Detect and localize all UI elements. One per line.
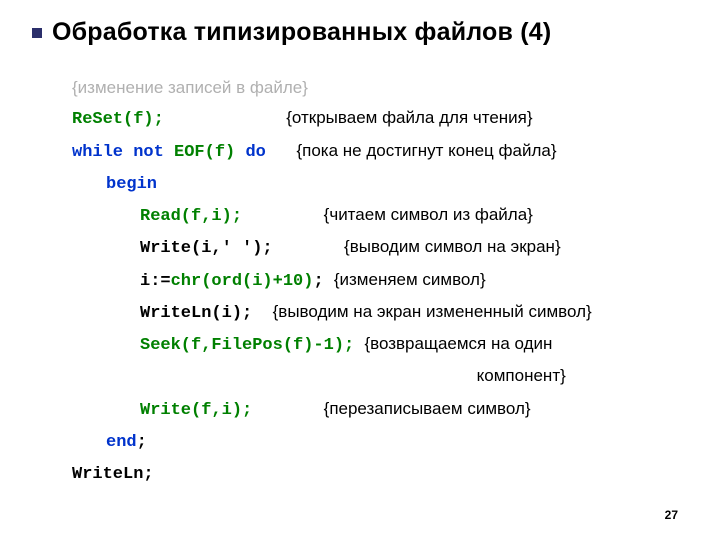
keyword: end <box>106 433 137 452</box>
code-comment: компонент} <box>477 366 566 385</box>
code-text: i:= <box>140 272 171 291</box>
code-block: {изменение записей в файле} ReSet(f); {о… <box>34 73 720 490</box>
keyword: do <box>245 143 265 162</box>
pad <box>242 207 324 226</box>
code-call: ReSet(f); <box>72 110 164 129</box>
pad <box>123 143 133 162</box>
pad <box>273 239 344 258</box>
code-line: Write(f,i); {перезаписываем символ} <box>72 394 720 426</box>
pad <box>164 143 174 162</box>
code-comment: {выводим символ на экран} <box>344 237 561 256</box>
pad <box>164 110 286 129</box>
code-comment: {перезаписываем символ} <box>324 399 531 418</box>
code-line: begin <box>72 168 720 200</box>
pad <box>266 143 297 162</box>
code-comment: {пока не достигнут конец файла} <box>296 141 556 160</box>
code-line: end; <box>72 426 720 458</box>
keyword: not <box>133 143 164 162</box>
keyword: while <box>72 143 123 162</box>
code-line: WriteLn; <box>72 458 720 490</box>
code-call: Seek(f,FilePos(f)-1); <box>140 336 354 355</box>
code-line: ReSet(f); {открываем файла для чтения} <box>72 103 720 135</box>
code-line: Read(f,i); {читаем символ из файла} <box>72 200 720 232</box>
code-call: WriteLn(i); <box>140 304 252 323</box>
pad <box>354 336 364 355</box>
code-comment: {открываем файла для чтения} <box>286 108 532 127</box>
code-line: Write(i,' '); {выводим символ на экран} <box>72 232 720 264</box>
code-comment: {изменение записей в файле} <box>72 73 720 103</box>
code-comment: {изменяем символ} <box>334 270 486 289</box>
pad <box>324 272 334 291</box>
bullet-icon <box>32 28 42 38</box>
code-comment: {читаем символ из файла} <box>324 205 533 224</box>
pad <box>252 304 272 323</box>
pad <box>252 401 323 420</box>
code-line: WriteLn(i); {выводим на экран измененный… <box>72 297 720 329</box>
code-call: chr(ord(i)+10) <box>171 272 314 291</box>
page-number: 27 <box>665 508 678 522</box>
code-text: ; <box>313 272 323 291</box>
code-line: Seek(f,FilePos(f)-1); {возвращаемся на о… <box>72 329 720 361</box>
code-line: компонент} <box>72 361 720 393</box>
keyword: begin <box>106 175 157 194</box>
code-comment: {возвращаемся на один <box>364 334 552 353</box>
code-call: EOF(f) <box>174 143 235 162</box>
code-text: ; <box>137 433 147 452</box>
code-line: while not EOF(f) do {пока не достигнут к… <box>72 136 720 168</box>
code-line: i:=chr(ord(i)+10); {изменяем символ} <box>72 265 720 297</box>
page-title: Обработка типизированных файлов (4) <box>34 18 720 47</box>
pad <box>235 143 245 162</box>
code-comment: {выводим на экран измененный символ} <box>273 302 592 321</box>
title-wrap: Обработка типизированных файлов (4) <box>34 18 720 47</box>
code-call: Write(f,i); <box>140 401 252 420</box>
code-call: Read(f,i); <box>140 207 242 226</box>
code-call: Write(i,' '); <box>140 239 273 258</box>
slide: Обработка типизированных файлов (4) {изм… <box>0 0 720 490</box>
pad <box>140 368 477 387</box>
code-call: WriteLn; <box>72 465 154 484</box>
